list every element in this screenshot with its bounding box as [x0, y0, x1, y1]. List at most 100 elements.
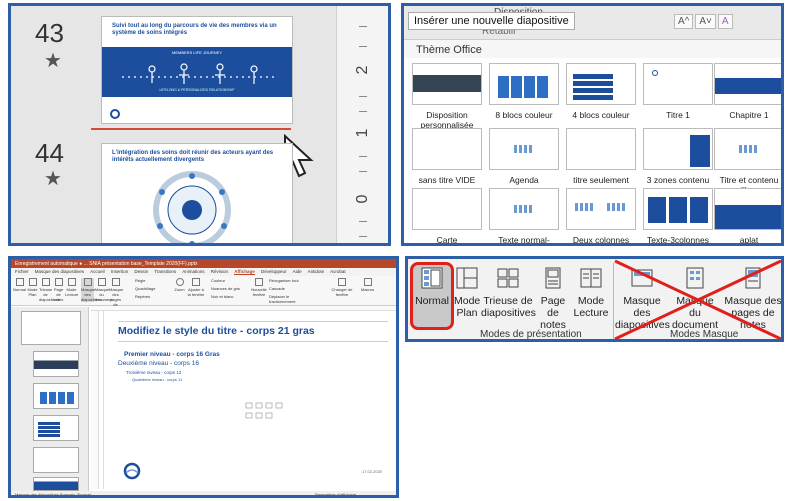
rib-mode-plan[interactable]: Mode Plan: [26, 278, 39, 297]
clear-format-button[interactable]: A: [717, 14, 733, 29]
layout-4-blocs[interactable]: 4 blocs couleur: [566, 63, 636, 120]
level2-text[interactable]: Deuxième niveau - corps 16: [118, 360, 199, 367]
menu-acrobat[interactable]: Acrobat: [330, 269, 346, 274]
rib-reperes[interactable]: Repères: [135, 294, 165, 299]
menu-insertion[interactable]: Insertion: [111, 269, 128, 274]
layout-texte-2colonnes[interactable]: Texte normal-2colonnes: [489, 188, 559, 245]
page-notes-button[interactable]: Page de notes: [535, 267, 571, 331]
layout-titre-contenu-libre[interactable]: Titre et contenu libre: [714, 128, 781, 195]
menu-antidote[interactable]: Antidote: [308, 269, 325, 274]
layout-label: 8 blocs couleur: [495, 110, 553, 120]
layout-3-zones[interactable]: 3 zones contenu: [643, 128, 713, 185]
layout-thumb[interactable]: [33, 415, 79, 441]
view-modes-panel: Normal Mode Plan Trieuse de diapositives…: [405, 256, 784, 342]
journey-figures-icon: [122, 63, 277, 84]
level1-text[interactable]: Premier niveau - corps 16 Gras: [124, 351, 220, 358]
rib-masque-document[interactable]: Masque du document: [95, 278, 113, 302]
layout-thumb[interactable]: [33, 477, 79, 491]
layout-carte[interactable]: Carte: [412, 188, 482, 245]
master-title-placeholder[interactable]: Modifiez le style du titre - corps 21 gr…: [118, 325, 315, 337]
menu-revision[interactable]: Révision: [211, 269, 228, 274]
rib-regle[interactable]: Règle: [135, 278, 165, 283]
font-size-buttons: A^ A˅ A: [674, 14, 733, 29]
menu-affichage[interactable]: Affichage: [234, 269, 255, 275]
rib-reorganiser[interactable]: Réorganiser tout: [269, 278, 309, 283]
vertical-ruler: 2 1 0: [336, 6, 388, 243]
mode-plan-button[interactable]: Mode Plan: [454, 267, 480, 319]
menu-aide[interactable]: Aide: [293, 269, 302, 274]
layout-agenda[interactable]: Agenda: [489, 128, 559, 185]
layout-gallery-panel: Disposition Rétablir Insérer une nouvell…: [401, 3, 784, 246]
rib-noir-blanc[interactable]: Noir et blanc: [211, 294, 245, 299]
layout-gallery: Disposition personnalisée 8 blocs couleu…: [404, 58, 781, 245]
slide-thumbnail-43[interactable]: Suivi tout au long du parcours de vie de…: [101, 16, 293, 124]
layout-titre-1[interactable]: Titre 1: [643, 63, 713, 120]
layout-texte-3colonnes[interactable]: Texte-3colonnes: [643, 188, 713, 245]
outline-view-icon: [456, 267, 478, 289]
notes-page-icon: [545, 267, 561, 289]
layout-label: Disposition personnalisée: [420, 110, 474, 130]
group-label-presentation: Modes de présentation: [480, 329, 582, 340]
content-placeholder-icons: [245, 402, 283, 419]
layout-8-blocs[interactable]: 8 blocs couleur: [489, 63, 559, 120]
rib-mode-lecture[interactable]: Mode Lecture: [65, 278, 78, 297]
powerpoint-window: Enregistrement automatique ● ... SNIA pr…: [8, 256, 399, 498]
window-titlebar: Enregistrement automatique ● ... SNIA pr…: [11, 259, 396, 268]
layout-label: Deux colonnes normales: [572, 235, 630, 245]
layout-aplat[interactable]: aplat: [714, 188, 781, 243]
slide-canvas[interactable]: Modifiez le style du titre - corps 21 gr…: [103, 311, 396, 489]
rib-fractionnement[interactable]: Déplacer le fractionnement: [269, 294, 309, 304]
rib-ajuster[interactable]: Ajuster à la fenêtre: [187, 278, 205, 297]
rib-zoom[interactable]: Zoom: [173, 278, 186, 292]
layout-thumb[interactable]: [33, 447, 79, 473]
rib-page-notes[interactable]: Page de notes: [52, 278, 65, 302]
layout-sans-titre-vide[interactable]: sans titre VIDE: [412, 128, 482, 185]
rib-nouvelle-fenetre[interactable]: Nouvelle fenêtre: [251, 278, 267, 297]
master-thumbnails[interactable]: [11, 307, 89, 491]
rib-normal[interactable]: Normal: [13, 278, 26, 292]
company-logo: [123, 462, 141, 480]
rib-gris[interactable]: Nuances de gris: [211, 286, 245, 291]
grow-font-button[interactable]: A^: [674, 14, 694, 29]
rib-couleur[interactable]: Couleur: [211, 278, 245, 283]
menu-fichier[interactable]: Fichier: [15, 269, 29, 274]
insertion-marker: [91, 128, 291, 130]
layout-thumb[interactable]: [33, 383, 79, 409]
rib-changer-fenetre[interactable]: Changer de fenêtre: [331, 278, 353, 297]
menu-developpeur[interactable]: Développeur: [261, 269, 287, 274]
master-thumb[interactable]: [21, 311, 81, 345]
status-right[interactable]: Paramètres d'affichage: [315, 492, 356, 495]
status-left: Masque des diapositives Français (France…: [15, 492, 92, 497]
menu-masque[interactable]: Masque des diapositives: [35, 269, 84, 274]
slide-thumbnail-44[interactable]: L'intégration des soins doit réunir des …: [101, 143, 293, 243]
slide-number: 43: [35, 18, 64, 48]
trieuse-button[interactable]: Trieuse de diapositives: [481, 267, 536, 319]
level3-text[interactable]: Troisième niveau - corps 12: [126, 370, 181, 375]
layout-label: Texte normal-2colonnes: [498, 235, 550, 245]
menu-transitions[interactable]: Transitions: [154, 269, 176, 274]
level4-text[interactable]: Quatrième niveau - corps 11: [132, 377, 182, 382]
button-label: Normal: [415, 295, 449, 307]
star-icon: ★: [44, 168, 62, 190]
layout-deux-colonnes[interactable]: Deux colonnes normales: [566, 188, 636, 245]
rib-macros[interactable]: Macros: [361, 278, 374, 292]
rib-trieuse[interactable]: Trieuse de diapositives: [39, 278, 60, 302]
layout-label: Agenda: [509, 175, 539, 185]
normal-view-button[interactable]: Normal: [412, 267, 452, 307]
layout-label: Carte: [436, 235, 458, 245]
thumbnail-list[interactable]: 43 ★ Suivi tout au long du parcours de v…: [11, 6, 336, 243]
shrink-font-button[interactable]: A˅: [695, 14, 716, 29]
mode-lecture-button[interactable]: Mode Lecture: [572, 267, 610, 319]
rib-quadrillage[interactable]: Quadrillage: [135, 286, 165, 291]
layout-label: Texte-3colonnes: [647, 235, 709, 245]
rib-cascade[interactable]: Cascade: [269, 286, 309, 291]
layout-titre-seulement[interactable]: titre seulement: [566, 128, 636, 185]
menu-accueil[interactable]: Accueil: [90, 269, 105, 274]
layout-thumb[interactable]: [33, 351, 79, 377]
menu-animations[interactable]: Animations: [182, 269, 204, 274]
slide-banner: MEMBERS LIFE JOURNEY LIFELONG & PERSONAL…: [102, 47, 292, 97]
layout-disposition-personnalisee[interactable]: Disposition personnalisée: [412, 63, 482, 130]
rib-masque-diapos[interactable]: Masque des diapositives: [81, 278, 102, 302]
layout-chapitre-1[interactable]: Chapitre 1: [714, 63, 781, 120]
menu-dessin[interactable]: Dessin: [134, 269, 148, 274]
